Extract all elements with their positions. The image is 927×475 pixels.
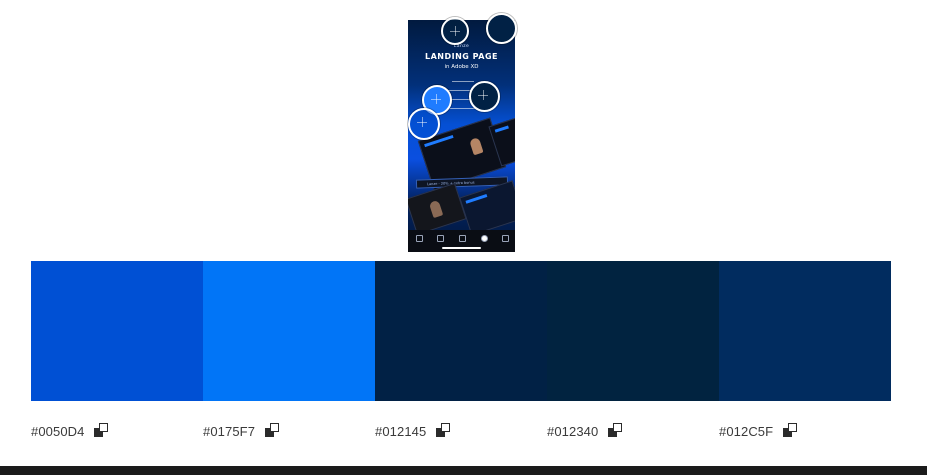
color-picker-hotspot-5[interactable] bbox=[408, 108, 440, 140]
color-label-item: #0175F7 bbox=[203, 420, 375, 442]
preview-home-indicator bbox=[442, 247, 481, 249]
color-label-item: #012145 bbox=[375, 420, 547, 442]
copy-icon[interactable] bbox=[94, 423, 110, 439]
color-picker-hotspot-4[interactable] bbox=[469, 81, 500, 112]
hex-code: #0050D4 bbox=[31, 423, 85, 439]
color-swatch-1[interactable] bbox=[31, 261, 203, 401]
color-label-item: #0050D4 bbox=[31, 420, 203, 442]
color-swatch-2[interactable] bbox=[203, 261, 375, 401]
preview-title: LANDING PAGE bbox=[425, 52, 498, 61]
color-labels: #0050D4 #0175F7 #012145 #012340 #012C5F bbox=[31, 420, 891, 442]
preview-divider bbox=[450, 108, 476, 109]
hex-code: #012C5F bbox=[719, 423, 774, 439]
copy-icon[interactable] bbox=[265, 423, 281, 439]
color-swatch-5[interactable] bbox=[719, 261, 891, 401]
color-label-item: #012C5F bbox=[719, 420, 891, 442]
preview-website-mockup bbox=[408, 182, 467, 236]
color-picker-hotspot-2[interactable] bbox=[486, 13, 517, 44]
copy-icon[interactable] bbox=[436, 423, 452, 439]
color-palette bbox=[31, 261, 891, 401]
preview-website-mockup bbox=[459, 180, 515, 236]
color-label-item: #012340 bbox=[547, 420, 719, 442]
color-swatch-3[interactable] bbox=[375, 261, 547, 401]
color-palette-page: Lanze LANDING PAGE in Adobe XD Lanze - 2… bbox=[0, 0, 927, 475]
hex-code: #012145 bbox=[375, 423, 427, 439]
hex-code: #0175F7 bbox=[203, 423, 256, 439]
preview-logo-text: Lanze bbox=[453, 44, 470, 49]
color-picker-hotspot-1[interactable] bbox=[441, 17, 469, 45]
preview-divider bbox=[452, 81, 474, 82]
copy-icon[interactable] bbox=[783, 423, 799, 439]
bottom-bar bbox=[0, 466, 927, 475]
hex-code: #012340 bbox=[547, 423, 599, 439]
preview-subtitle: in Adobe XD bbox=[444, 64, 479, 70]
copy-icon[interactable] bbox=[608, 423, 624, 439]
color-swatch-4[interactable] bbox=[547, 261, 719, 401]
